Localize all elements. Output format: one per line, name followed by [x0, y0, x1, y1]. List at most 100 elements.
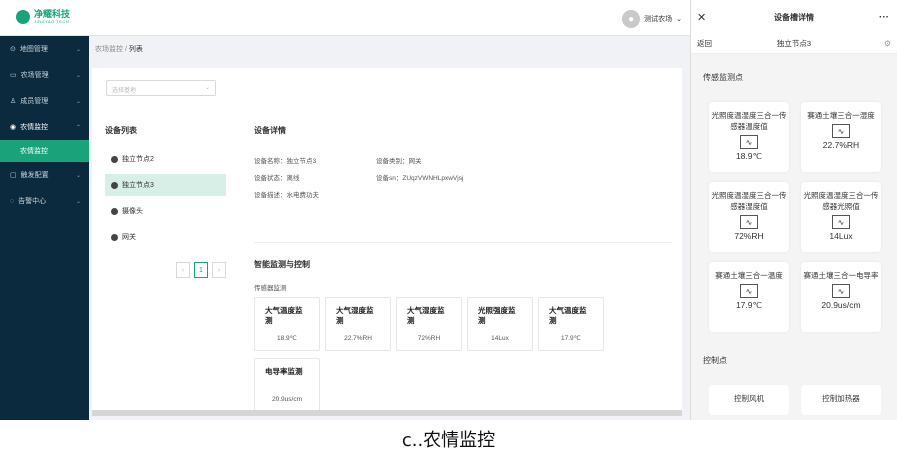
device-label: 网关: [122, 234, 136, 241]
sensor-name: 光照度温湿度三合一传感器光照值: [803, 191, 879, 211]
card-title: 大气湿度监测: [407, 306, 445, 325]
sidebar-item-alarm[interactable]: ◌ 告警中心 ⌄: [0, 188, 89, 214]
horizontal-scrollbar[interactable]: [92, 410, 682, 416]
list-item[interactable]: 独立节点3: [105, 174, 226, 196]
back-button[interactable]: 返回: [697, 38, 712, 49]
detail-type: 设备类别：网关: [376, 158, 422, 165]
prev-page-button[interactable]: ‹: [176, 262, 190, 278]
sensor-tile[interactable]: 光照度温湿度三合一传感器湿度值 ∿ 72%RH: [709, 182, 789, 252]
sensor-value: 18.9℃: [735, 151, 763, 161]
sidebar-item-farm[interactable]: ▭ 农场管理 ⌄: [0, 62, 89, 88]
node-icon: [111, 155, 118, 163]
control-section-title: 控制点: [703, 356, 727, 365]
device-slot-panel: ✕ 设备槽详情 ··· 返回 独立节点3 ⚙ 传感监测点 光照度温湿度三合一传感…: [690, 0, 897, 420]
sensor-name: 光照度温湿度三合一传感器湿度值: [711, 191, 787, 211]
sensor-name: 光照度温湿度三合一传感器温度值: [711, 111, 787, 131]
sensor-section-title: 传感监测点: [703, 73, 743, 82]
base-select[interactable]: 选择基地 ⌄: [106, 80, 216, 96]
sidebar-item-map[interactable]: ⊙ 地图管理 ⌄: [0, 36, 89, 62]
camera-icon: [111, 207, 118, 215]
next-page-button[interactable]: ›: [212, 262, 226, 278]
pulse-icon: ∿: [832, 124, 850, 138]
pulse-icon: ∿: [832, 215, 850, 229]
sensor-card[interactable]: 电导率监测 20.9us/cm: [254, 358, 320, 412]
sidebar-item-label: 成员管理: [20, 98, 49, 105]
monitor-icon: ◉: [10, 124, 17, 131]
sensor-card[interactable]: 大气湿度监测 72%RH: [396, 297, 462, 351]
card-value: 22.7%RH: [344, 335, 372, 342]
control-fan-button[interactable]: 控制风机: [709, 385, 789, 415]
sensor-value: 72%RH: [734, 231, 764, 241]
chevron-down-icon: ⌄: [75, 98, 81, 105]
sidebar: ⊙ 地图管理 ⌄ ▭ 农场管理 ⌄ ♙ 成员管理 ⌄ ◉ 农情监控 ⌃ 农情监控 ▢ 触发配置 ⌄ …: [0, 36, 89, 420]
page-button[interactable]: 1: [194, 262, 208, 278]
device-label: 摄像头: [122, 208, 143, 215]
sensor-card[interactable]: 大气湿度监测 22.7%RH: [325, 297, 391, 351]
sensor-tile[interactable]: 光照度温湿度三合一传感器光照值 ∿ 14Lux: [801, 182, 881, 252]
breadcrumb-separator: /: [124, 46, 127, 53]
node-name: 独立节点3: [776, 39, 812, 48]
pagination: ‹ 1 ›: [176, 262, 226, 278]
detail-sn: 设备sn：ZUqzVWNHLpxwVjsj: [376, 175, 464, 182]
sensor-value: 14Lux: [829, 231, 853, 241]
sensor-name: 赛通土壤三合一温度: [715, 271, 783, 280]
user-icon: ♙: [10, 98, 17, 105]
logo-mark-icon: [16, 10, 30, 24]
card-value: 20.9us/cm: [272, 396, 302, 403]
sidebar-item-label: 农场管理: [20, 72, 49, 79]
logo: 净耀科技 JINGYAO TECH: [16, 10, 70, 24]
device-label: 独立节点3: [122, 182, 154, 189]
pin-icon: ⊙: [10, 46, 16, 53]
close-icon[interactable]: ✕: [697, 11, 706, 24]
breadcrumb-parent[interactable]: 农场监控: [95, 46, 123, 53]
sensor-card[interactable]: 大气温度监测 18.9℃: [254, 297, 320, 351]
chevron-up-icon: ⌃: [75, 124, 81, 131]
sensor-card[interactable]: 大气温度监测 17.9℃: [538, 297, 604, 351]
sidebar-subitem-monitor[interactable]: 农情监控: [0, 140, 89, 162]
sensor-tile[interactable]: 赛通土壤三合一温度 ∿ 17.9℃: [709, 262, 789, 332]
control-heater-button[interactable]: 控制加热器: [801, 385, 881, 415]
chevron-down-icon: ⌄: [676, 16, 682, 23]
pulse-icon: ∿: [740, 215, 758, 229]
logo-text: 净耀科技: [34, 9, 71, 19]
more-icon[interactable]: ···: [879, 12, 889, 23]
panel-header: ✕ 设备槽详情 ···: [691, 0, 897, 34]
divider: [254, 242, 672, 243]
node-icon: [111, 181, 118, 189]
sensor-value: 20.9us/cm: [821, 300, 861, 310]
farm-icon: ▭: [10, 72, 17, 79]
sensor-tile[interactable]: 赛通土壤三合一电导率 ∿ 20.9us/cm: [801, 262, 881, 332]
user-name: 测试农场: [644, 16, 673, 23]
sidebar-item-trigger[interactable]: ▢ 触发配置 ⌄: [0, 162, 89, 188]
sensor-value: 22.7%RH: [822, 140, 860, 150]
chevron-down-icon: ⌄: [75, 198, 81, 205]
card-value: 17.9℃: [561, 335, 581, 342]
sidebar-item-label: 地图管理: [19, 46, 48, 53]
sidebar-item-members[interactable]: ♙ 成员管理 ⌄: [0, 88, 89, 114]
device-label: 独立节点2: [122, 156, 154, 163]
detail-desc: 设备描述：水电费功夫: [254, 192, 319, 199]
monitor-title: 智能监测与控制: [254, 260, 310, 269]
pulse-icon: ∿: [832, 284, 850, 298]
card-value: 18.9℃: [277, 335, 297, 342]
app-window: 净耀科技 JINGYAO TECH ● 测试农场 ⌄ ⊙ 地图管理 ⌄ ▭ 农场管理 ⌄…: [0, 0, 690, 420]
logo-subtext: JINGYAO TECH: [34, 19, 70, 24]
device-list-title: 设备列表: [105, 126, 137, 135]
sensor-tile[interactable]: 光照度温湿度三合一传感器温度值 ∿ 18.9℃: [709, 102, 789, 172]
sidebar-item-monitor[interactable]: ◉ 农情监控 ⌃: [0, 114, 89, 140]
user-menu[interactable]: ● 测试农场 ⌄: [622, 10, 682, 28]
gear-icon[interactable]: ⚙: [884, 39, 891, 48]
list-item[interactable]: 独立节点2: [105, 148, 226, 170]
list-item[interactable]: 网关: [105, 226, 226, 248]
sensor-value: 17.9℃: [735, 300, 763, 310]
chevron-down-icon: ⌄: [75, 46, 81, 53]
pulse-icon: ∿: [740, 135, 758, 149]
gateway-icon: [111, 233, 118, 241]
list-item[interactable]: 摄像头: [105, 200, 226, 222]
sensor-tile[interactable]: 赛通土壤三合一湿度 ∿ 22.7%RH: [801, 102, 881, 172]
alarm-icon: ◌: [10, 197, 15, 205]
sensor-card[interactable]: 光照强度监测 14Lux: [467, 297, 533, 351]
detail-status: 设备状态：离线: [254, 175, 300, 182]
detail-name: 设备名称：独立节点3: [254, 158, 317, 165]
trigger-icon: ▢: [10, 172, 17, 179]
